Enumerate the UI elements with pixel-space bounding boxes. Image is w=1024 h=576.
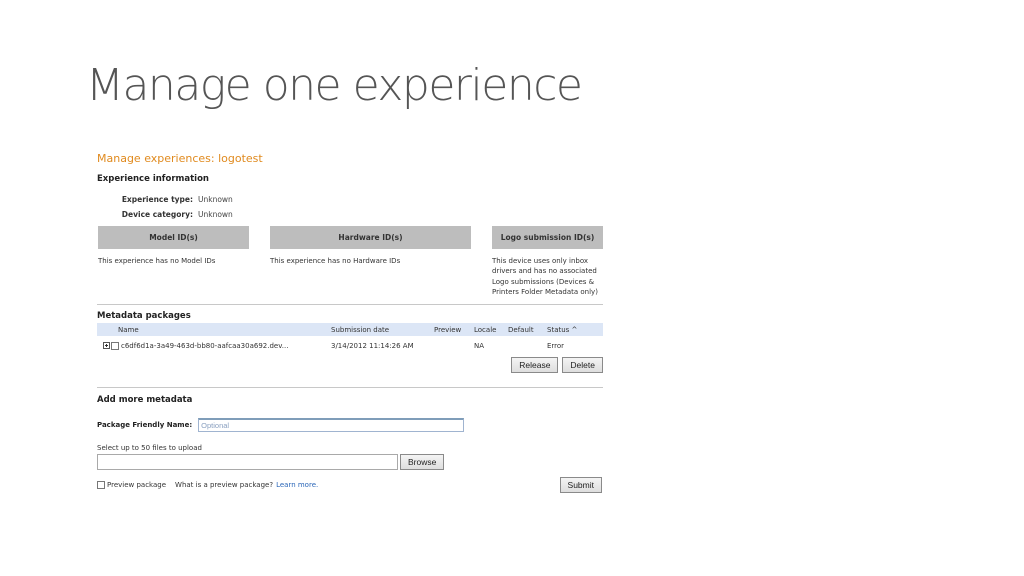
model-ids-header: Model ID(s) (98, 226, 249, 249)
logo-submission-ids-body: This device uses only inbox drivers and … (492, 257, 598, 296)
table-row: c6df6d1a-3a49-463d-bb80-aafcaa30a692.dev… (97, 336, 603, 356)
preview-package-label: Preview package (107, 481, 167, 489)
package-name[interactable]: c6df6d1a-3a49-463d-bb80-aafcaa30a692.dev… (121, 342, 288, 350)
package-locale: NA (474, 342, 485, 350)
package-status: Error (547, 342, 565, 350)
hardware-ids-header: Hardware ID(s) (270, 226, 471, 249)
file-upload-row: Browse (97, 454, 603, 470)
breadcrumb[interactable]: Manage experiences: logotest (97, 152, 603, 165)
divider (97, 304, 603, 305)
slide-title: Manage one experience (86, 60, 583, 111)
column-submission-date[interactable]: Submission date (331, 326, 434, 334)
preview-question: What is a preview package? (175, 481, 274, 489)
metadata-packages-table: Name Submission date Preview Locale Defa… (97, 323, 603, 373)
experience-type-label: Experience type: (121, 195, 193, 204)
package-actions: Release Delete (97, 357, 603, 373)
expand-icon[interactable] (103, 341, 110, 349)
learn-more-link[interactable]: Learn more. (276, 481, 318, 489)
manage-experience-panel: Manage experiences: logotest Experience … (97, 152, 603, 493)
model-ids-body: This experience has no Model IDs (98, 257, 216, 265)
column-locale[interactable]: Locale (474, 326, 508, 334)
row-checkbox[interactable] (111, 342, 119, 350)
device-category-label: Device category: (121, 210, 193, 219)
delete-button[interactable]: Delete (562, 357, 603, 373)
experience-info-heading: Experience information (97, 174, 209, 184)
add-more-metadata-heading: Add more metadata (97, 395, 193, 405)
column-name[interactable]: Name (107, 326, 331, 334)
experience-type-value: Unknown (198, 195, 233, 204)
hardware-ids-column: Hardware ID(s) This experience has no Ha… (270, 226, 471, 266)
device-category-row: Device category: Unknown (97, 207, 603, 222)
preview-package-checkbox[interactable] (97, 481, 105, 489)
browse-button[interactable]: Browse (400, 454, 445, 470)
friendly-name-row: Package Friendly Name: Optional (97, 418, 603, 432)
friendly-name-label: Package Friendly Name: (97, 421, 193, 429)
divider (97, 387, 603, 388)
table-header: Name Submission date Preview Locale Defa… (97, 323, 603, 336)
id-columns: Model ID(s) This experience has no Model… (97, 226, 603, 304)
upload-label: Select up to 50 files to upload (97, 444, 202, 452)
logo-submission-ids-column: Logo submission ID(s) This device uses o… (492, 226, 603, 297)
package-submission-date: 3/14/2012 11:14:26 AM (331, 342, 414, 350)
file-path-input[interactable] (97, 454, 398, 470)
submit-button[interactable]: Submit (559, 477, 602, 493)
column-default[interactable]: Default (508, 326, 547, 334)
model-ids-column: Model ID(s) This experience has no Model… (98, 226, 249, 266)
experience-type-row: Experience type: Unknown (97, 192, 603, 207)
release-button[interactable]: Release (511, 357, 559, 373)
column-status[interactable]: Status ^ (547, 326, 603, 334)
logo-submission-ids-header: Logo submission ID(s) (492, 226, 603, 249)
friendly-name-input[interactable]: Optional (198, 418, 465, 432)
hardware-ids-body: This experience has no Hardware IDs (270, 257, 401, 265)
device-category-value: Unknown (198, 210, 233, 219)
metadata-packages-heading: Metadata packages (97, 311, 191, 321)
column-preview[interactable]: Preview (434, 326, 474, 334)
experience-info: Experience type: Unknown Device category… (97, 192, 603, 222)
submit-row: Preview package What is a preview packag… (97, 477, 603, 493)
